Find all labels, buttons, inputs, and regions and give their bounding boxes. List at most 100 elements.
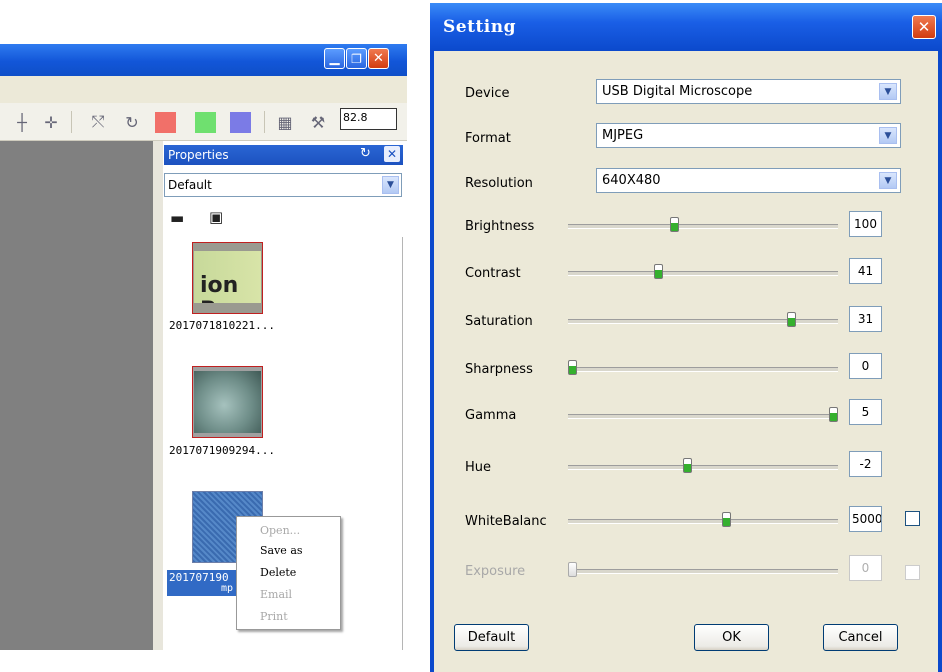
contrast-value[interactable]: 41 bbox=[849, 258, 882, 284]
saturation-value[interactable]: 31 bbox=[849, 306, 882, 332]
slider-thumb[interactable] bbox=[829, 407, 838, 422]
panel-splitter[interactable] bbox=[153, 141, 163, 650]
thumbnail-label[interactable]: 2017071909294... bbox=[169, 444, 275, 457]
minimize-icon: ▁ bbox=[329, 51, 340, 66]
color-swatch-blue[interactable] bbox=[230, 112, 251, 133]
thumbnail-label[interactable]: 2017071810221... bbox=[169, 319, 275, 332]
chevron-down-icon[interactable]: ▼ bbox=[879, 127, 897, 144]
menu-item-save-as[interactable]: Save as bbox=[260, 544, 303, 557]
close-button[interactable]: ✕ bbox=[368, 48, 389, 69]
close-icon: ✕ bbox=[917, 18, 931, 36]
slider-thumb[interactable] bbox=[568, 562, 577, 577]
menu-item-open[interactable]: Open... bbox=[260, 524, 300, 537]
app-title-bar[interactable]: ▁ ❐ ✕ bbox=[0, 44, 407, 76]
resolution-dropdown[interactable]: 640X480 ▼ bbox=[596, 168, 901, 193]
hue-slider[interactable] bbox=[568, 458, 838, 473]
panel-border bbox=[402, 237, 403, 650]
menu-item-email[interactable]: Email bbox=[260, 588, 292, 601]
chevron-down-icon[interactable]: ▼ bbox=[382, 176, 399, 194]
image-canvas[interactable] bbox=[0, 141, 153, 650]
measure-tool-icon[interactable]: ⚒ bbox=[308, 112, 328, 132]
format-value: MJPEG bbox=[602, 128, 644, 143]
gamma-value[interactable]: 5 bbox=[849, 399, 882, 425]
dialog-title-bar[interactable]: Setting ✕ bbox=[430, 3, 942, 51]
thumbnail-picture: ion R bbox=[194, 251, 261, 303]
resolution-value: 640X480 bbox=[602, 173, 661, 188]
zoom-input[interactable]: 82.8 bbox=[340, 108, 397, 130]
default-button[interactable]: Default bbox=[454, 624, 529, 651]
app-window: ▁ ❐ ✕ ┼ ✛ ⤲ ↻ ▦ ⚒ 82.8 Properties ↻ ✕ De… bbox=[0, 0, 407, 650]
white-balance-auto-checkbox[interactable] bbox=[905, 511, 920, 526]
slider-thumb[interactable] bbox=[721, 512, 731, 527]
menu-item-print[interactable]: Print bbox=[260, 610, 288, 623]
resolution-label: Resolution bbox=[465, 176, 533, 191]
sharpness-label: Sharpness bbox=[465, 362, 533, 377]
white-balance-slider[interactable] bbox=[568, 512, 838, 527]
exposure-auto-checkbox[interactable] bbox=[905, 565, 920, 580]
toolbar-separator bbox=[264, 111, 265, 133]
thumbnail-picture-text: ion R bbox=[200, 273, 239, 303]
menu-item-delete[interactable]: Delete bbox=[260, 566, 296, 579]
video-view-icon[interactable]: ▣ bbox=[209, 208, 223, 226]
crosshair-icon[interactable]: ┼ bbox=[12, 112, 32, 132]
exposure-slider[interactable] bbox=[568, 562, 838, 577]
properties-select[interactable]: Default ▼ bbox=[164, 173, 402, 197]
saturation-slider[interactable] bbox=[568, 312, 838, 327]
properties-select-value: Default bbox=[168, 178, 212, 192]
restore-icon: ❐ bbox=[351, 51, 362, 66]
toolbar-separator bbox=[71, 111, 72, 133]
color-swatch-red[interactable] bbox=[155, 112, 176, 133]
ok-button[interactable]: OK bbox=[694, 624, 769, 651]
close-icon: ✕ bbox=[373, 51, 384, 66]
dialog-frame bbox=[938, 51, 942, 672]
cancel-button[interactable]: Cancel bbox=[823, 624, 898, 651]
gamma-slider[interactable] bbox=[568, 407, 838, 422]
exposure-label: Exposure bbox=[465, 564, 526, 579]
context-menu: Open... Save as Delete Email Print bbox=[236, 516, 341, 630]
pin-icon[interactable]: ↻ bbox=[360, 146, 371, 161]
brightness-value[interactable]: 100 bbox=[849, 211, 882, 237]
gamma-label: Gamma bbox=[465, 408, 517, 423]
slider-thumb[interactable] bbox=[787, 312, 797, 327]
image-view-icon[interactable]: ▬ bbox=[170, 209, 184, 227]
thumbnail-image[interactable]: ion R bbox=[192, 242, 263, 314]
slider-thumb[interactable] bbox=[682, 458, 692, 473]
dialog-title: Setting bbox=[443, 17, 517, 37]
color-swatch-green[interactable] bbox=[195, 112, 216, 133]
hue-value[interactable]: -2 bbox=[849, 451, 882, 477]
device-label: Device bbox=[465, 86, 510, 101]
chevron-down-icon[interactable]: ▼ bbox=[879, 172, 897, 189]
minimize-button[interactable]: ▁ bbox=[324, 48, 345, 69]
properties-title: Properties bbox=[168, 148, 229, 162]
exposure-value[interactable]: 0 bbox=[849, 555, 882, 581]
dialog-frame bbox=[430, 51, 434, 672]
thumbnail-image[interactable] bbox=[192, 366, 263, 438]
format-dropdown[interactable]: MJPEG ▼ bbox=[596, 123, 901, 148]
slider-thumb[interactable] bbox=[568, 360, 577, 375]
contrast-slider[interactable] bbox=[568, 264, 838, 279]
rotate-icon[interactable]: ↻ bbox=[122, 112, 142, 132]
setting-dialog: Setting ✕ Device USB Digital Microscope … bbox=[430, 3, 942, 672]
white-balance-value[interactable]: 5000 bbox=[849, 506, 882, 532]
hue-label: Hue bbox=[465, 460, 492, 475]
calibrate-icon[interactable]: ⤲ bbox=[88, 112, 108, 132]
slider-thumb[interactable] bbox=[669, 217, 679, 232]
menu-bar bbox=[0, 76, 407, 103]
thumbnail-label-line2: mp bbox=[221, 583, 234, 594]
saturation-label: Saturation bbox=[465, 314, 533, 329]
thumbnail-picture bbox=[194, 371, 261, 433]
thumbnail-label-selected[interactable]: 201707190 mp bbox=[167, 570, 237, 596]
chevron-down-icon[interactable]: ▼ bbox=[879, 83, 897, 100]
properties-panel-header: Properties ↻ ✕ bbox=[164, 145, 403, 165]
restore-button[interactable]: ❐ bbox=[346, 48, 367, 69]
device-dropdown[interactable]: USB Digital Microscope ▼ bbox=[596, 79, 901, 104]
slider-thumb[interactable] bbox=[654, 264, 664, 279]
dialog-close-button[interactable]: ✕ bbox=[912, 15, 936, 39]
panel-close-icon[interactable]: ✕ bbox=[384, 146, 400, 162]
grid-icon[interactable]: ▦ bbox=[275, 112, 295, 132]
sharpness-slider[interactable] bbox=[568, 360, 838, 375]
move-crosshair-icon[interactable]: ✛ bbox=[41, 112, 61, 132]
brightness-slider[interactable] bbox=[568, 217, 838, 232]
sharpness-value[interactable]: 0 bbox=[849, 353, 882, 379]
brightness-label: Brightness bbox=[465, 219, 535, 234]
